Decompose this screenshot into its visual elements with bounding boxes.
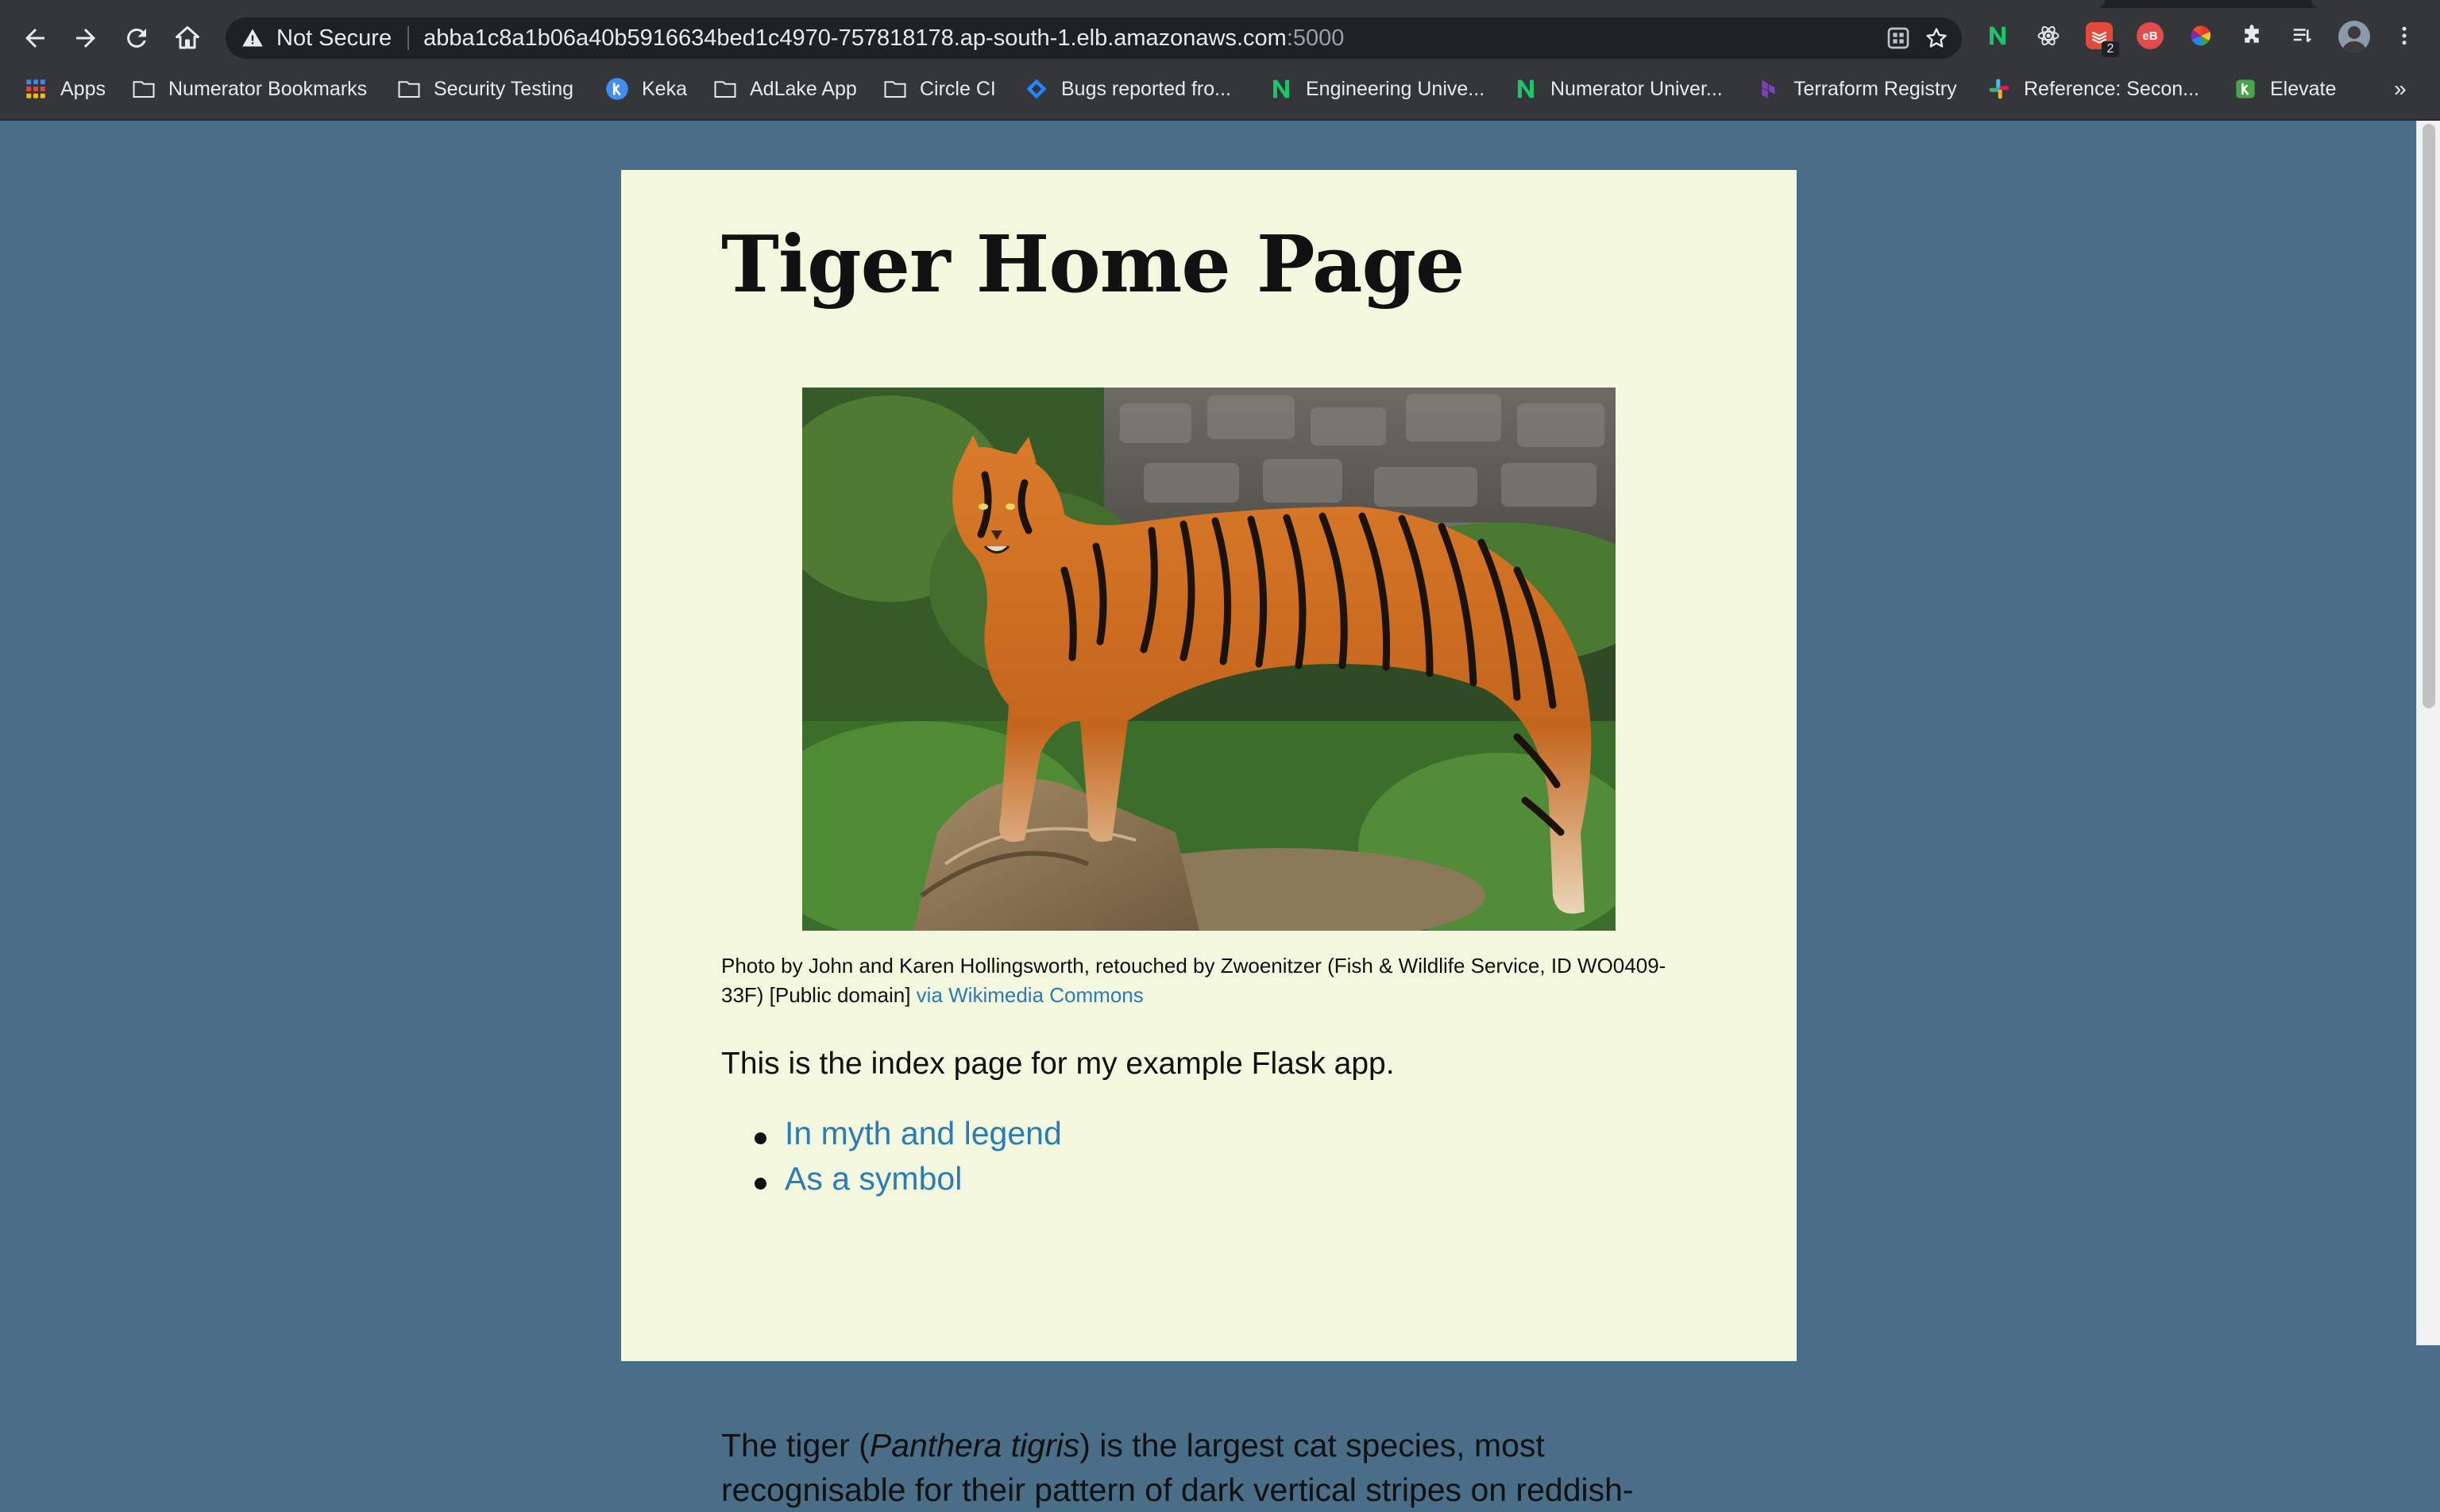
home-button[interactable]	[168, 19, 207, 57]
bookmark-label: Numerator Univer...	[1550, 77, 1723, 100]
apps-grid-icon	[24, 77, 48, 101]
slack-logo-icon	[1987, 77, 2011, 101]
bookmarks-overflow-button[interactable]: »	[2394, 73, 2407, 105]
scientific-name: Panthera tigris	[869, 1427, 1080, 1464]
bookmark-label: Numerator Bookmarks	[168, 77, 368, 100]
keka-logo-icon	[605, 77, 629, 101]
react-devtools-icon[interactable]	[2035, 22, 2062, 49]
folder-icon	[132, 77, 156, 101]
url-port[interactable]: :5000	[1287, 25, 1345, 52]
bookmark-numerator-university[interactable]: Numerator Univer...	[1514, 73, 1723, 105]
bookmark-label: Engineering Unive...	[1306, 77, 1485, 100]
back-button[interactable]	[16, 19, 54, 57]
list-item: In myth and legend	[721, 1115, 1062, 1160]
content-card: Tiger Home Page Photo by John and Karen …	[621, 170, 1797, 1508]
bookmark-label: Reference: Secon...	[2024, 77, 2199, 100]
folder-icon	[397, 77, 421, 101]
bookmark-keka[interactable]: Keka	[605, 73, 687, 105]
para-text-start: The tiger (	[721, 1427, 870, 1464]
notion-logo-icon	[1269, 77, 1293, 101]
as-a-symbol-link[interactable]: As a symbol	[785, 1160, 962, 1197]
intro-paragraph: This is the index page for my example Fl…	[721, 1047, 1395, 1081]
bookmark-label: AdLake App	[750, 77, 857, 100]
bookmark-label: Security Testing	[434, 77, 574, 100]
puzzle-extensions-icon[interactable]	[2238, 22, 2265, 49]
terraform-logo-icon	[1757, 77, 1781, 101]
forward-button[interactable]	[67, 19, 105, 57]
tiger-photo	[802, 388, 1616, 931]
app-grid-icon[interactable]	[1886, 25, 1911, 51]
tiger-description-paragraph: The tiger (Panthera tigris) is the large…	[721, 1423, 1722, 1512]
bookmark-apps[interactable]: Apps	[24, 73, 106, 105]
folder-icon	[713, 77, 737, 101]
page-scrollbar[interactable]	[2416, 121, 2440, 1345]
topic-link-list: In myth and legend As a symbol	[721, 1115, 1062, 1205]
reload-icon	[127, 28, 146, 48]
wikimedia-commons-link[interactable]: via Wikimedia Commons	[917, 983, 1144, 1007]
scrollbar-thumb[interactable]	[2423, 124, 2435, 708]
warning-icon	[241, 26, 265, 50]
elevate-logo-icon	[2233, 77, 2257, 101]
arrow-left-icon	[25, 29, 44, 48]
bookmark-label: Keka	[642, 77, 687, 100]
omnibox-divider	[407, 26, 410, 50]
color-wheel-extension-icon[interactable]	[2187, 22, 2214, 49]
jira-logo-icon	[1025, 77, 1048, 101]
bookmark-security-testing[interactable]: Security Testing	[397, 73, 573, 105]
toolbar-divider	[0, 119, 2440, 121]
reading-list-icon[interactable]	[2289, 22, 2316, 49]
photo-caption: Photo by John and Karen Hollingsworth, r…	[721, 951, 1706, 1010]
bookmark-numerator-bookmarks[interactable]: Numerator Bookmarks	[132, 73, 367, 105]
bookmark-circle-ci[interactable]: Circle CI	[883, 73, 996, 105]
bookmark-elevate[interactable]: Elevate	[2233, 73, 2336, 105]
bookmark-label: Elevate	[2270, 77, 2337, 100]
notion-logo-icon	[1514, 77, 1538, 101]
bookmark-terraform-registry[interactable]: Terraform Registry	[1757, 73, 1957, 105]
eb-extension-icon[interactable]: eB	[2137, 22, 2164, 49]
list-item: As a symbol	[721, 1160, 1062, 1205]
home-icon	[176, 26, 199, 49]
myth-and-legend-link[interactable]: In myth and legend	[785, 1115, 1062, 1151]
bookmark-reference-second[interactable]: Reference: Secon...	[1987, 73, 2199, 105]
extension-badge: 2	[2102, 41, 2119, 57]
bookmark-label: Circle CI	[920, 77, 996, 100]
bookmarks-bar: Apps Numerator Bookmarks Security Testin…	[0, 73, 2440, 105]
bookmark-label: Apps	[60, 77, 106, 100]
bookmark-adlake-app[interactable]: AdLake App	[713, 73, 857, 105]
caption-text: Photo by John and Karen Hollingsworth, r…	[721, 954, 1666, 1007]
bullet-icon	[755, 1178, 766, 1190]
kebab-menu-icon[interactable]	[2392, 22, 2416, 49]
bullet-icon	[755, 1132, 766, 1144]
url-host[interactable]: abba1c8a1b06a40b5916634bed1c4970-7578181…	[423, 25, 1287, 52]
address-bar[interactable]: Not Secure abba1c8a1b06a40b5916634bed1c4…	[226, 17, 1962, 59]
browser-toolbar: Not Secure abba1c8a1b06a40b5916634bed1c4…	[0, 0, 2440, 121]
bookmark-engineering-university[interactable]: Engineering Unive...	[1269, 73, 1484, 105]
arrow-right-icon	[76, 29, 95, 48]
avatar-icon	[2342, 26, 2367, 52]
security-label[interactable]: Not Secure	[276, 25, 392, 52]
reload-button[interactable]	[118, 19, 156, 57]
page-title: Tiger Home Page	[721, 219, 1465, 310]
folder-icon	[883, 77, 907, 101]
bookmark-bugs-reported[interactable]: Bugs reported fro...	[1025, 73, 1231, 105]
bookmark-label: Bugs reported fro...	[1061, 77, 1232, 100]
bookmark-star-icon[interactable]	[1924, 25, 1949, 51]
profile-avatar[interactable]	[2338, 21, 2370, 52]
tab-strip	[0, 0, 2440, 8]
notion-extension-icon[interactable]	[1984, 22, 2011, 49]
bookmark-label: Terraform Registry	[1793, 77, 1957, 100]
